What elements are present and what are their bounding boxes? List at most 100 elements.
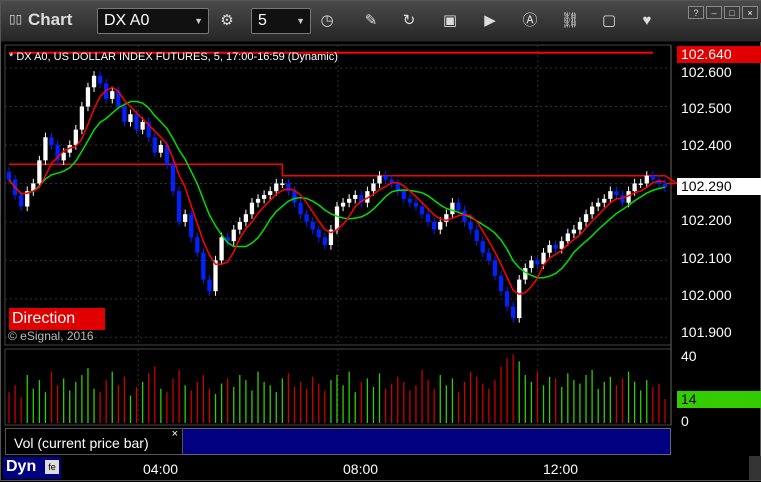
candle-body [322,237,327,245]
candle-body [292,191,297,203]
copyright: © eSignal, 2016 [8,329,94,343]
candle-body [61,152,66,161]
candle-body [377,175,382,184]
time-axis-label: 08:00 [343,461,379,477]
volume-axis-label: 0 [681,413,689,429]
candle-body [517,279,522,319]
candle-body [213,260,218,292]
candle-body [571,229,577,234]
candle-body [201,252,206,280]
candle-body [486,252,491,261]
candle-body [401,191,406,199]
candle-body [632,183,637,192]
candle-body [249,202,255,215]
candle-body [286,183,291,192]
candle-body [425,214,431,222]
candle-body [73,129,78,145]
step-level-line [9,163,680,185]
candle-body [614,191,619,195]
candle-body [49,137,54,145]
candle-body [529,260,534,269]
candle-body [504,291,510,307]
candle-body [268,191,273,195]
price-axis-label: 102.000 [681,287,732,303]
candle-body [650,175,655,180]
candle-body [644,175,649,184]
candle-body [480,241,485,253]
dyn-label: Dyn [6,458,37,475]
candle-body [79,106,85,130]
volume-legend-label: Vol (current price bar) [14,435,149,451]
direction-label: Direction [9,308,105,330]
candle-body [353,195,358,199]
candle-body [334,206,340,230]
volume-axis-label: 40 [681,348,697,364]
candle-body [662,183,668,188]
scroll-handle[interactable] [749,456,761,480]
candle-body [170,164,176,192]
candle-body [468,221,473,230]
candle-body [37,160,42,184]
candle-body [140,121,145,130]
candle-body [298,202,303,215]
resistance-price-tag: 102.640 [677,46,761,63]
close-icon[interactable]: × [172,428,178,440]
candle-body [219,237,224,261]
price-axis-label: 102.500 [681,100,732,116]
candle-body [602,198,607,203]
candle-body [347,198,352,203]
price-chart[interactable] [1,1,761,482]
candle-body [432,221,437,230]
candle-body [535,260,540,265]
candle-body [110,91,115,99]
candle-body [183,214,188,222]
dynamic-mode-button[interactable]: Dyn fe [3,457,61,479]
price-axis-label: 102.200 [681,212,732,228]
time-axis-label: 04:00 [143,461,179,477]
candle-body [511,306,516,319]
candle-body [304,214,309,222]
candle-body [474,229,479,242]
candle-body [207,279,212,292]
ma-fast-line [8,100,666,279]
chart-header: * DX A0, US DOLLAR INDEX FUTURES, 5, 17:… [9,51,338,63]
candle-body [134,114,139,130]
candle-body [91,75,97,88]
candle-body [255,198,261,203]
candle-body [559,241,564,249]
candle-body [577,221,583,230]
candle-body [158,145,163,153]
price-axis-label: 102.600 [681,64,732,80]
candle-body [231,229,236,242]
candle-body [638,183,643,185]
candle-body [310,221,315,230]
candle-body [340,202,346,207]
candle-body [383,175,388,180]
candle-body [371,183,376,192]
volume-legend[interactable]: Vol (current price bar) × [5,428,183,455]
candle-body [596,202,601,207]
candle-body [280,183,285,185]
candle-body [565,233,570,242]
candle-body [456,202,461,211]
candle-body [316,229,321,238]
candle-body [237,221,242,230]
candle-body [547,245,552,253]
candle-body [492,260,498,276]
candle-body [85,87,91,107]
price-axis-label: 101.900 [681,324,732,340]
format-icon[interactable]: fe [45,460,59,474]
candle-body [419,206,425,215]
candle-body [438,221,443,230]
candle-body [413,202,419,207]
candle-body [97,75,103,84]
candle-body [608,191,613,199]
candle-body [6,171,12,180]
candle-body [498,275,504,292]
candle-body [189,214,194,238]
candle-body [195,237,200,253]
candle-body [407,198,413,203]
candle-body [589,206,595,215]
chart-window: ▯▯ Chart DX A0 ▼ ⚙ 5 ▼ ◷ ✎ ↻ ▣ ▶ Ⓐ ⛓ ▢ ♥… [0,0,761,481]
candle-body [128,114,133,122]
